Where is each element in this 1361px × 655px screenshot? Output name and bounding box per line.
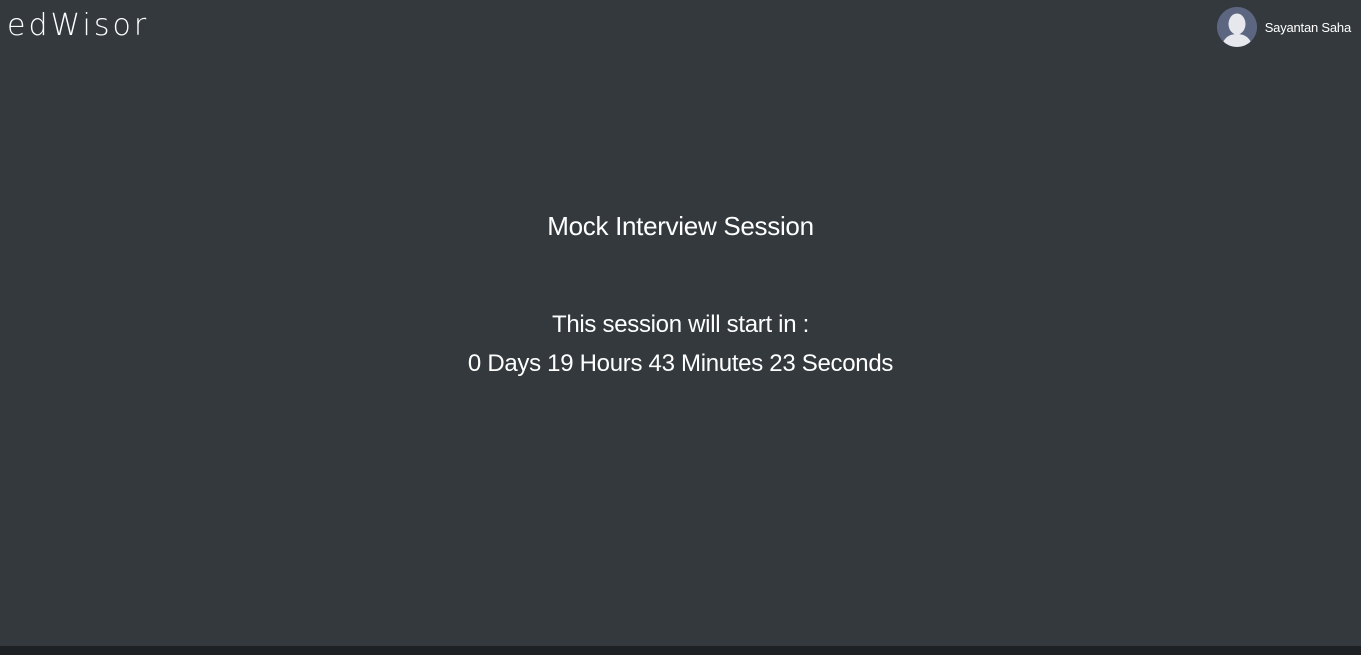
page: edWisor Sayantan Saha Mock Interview Ses… [0,0,1361,655]
user-name[interactable]: Sayantan Saha [1265,20,1352,35]
countdown-label: This session will start in : [551,311,809,338]
user-menu[interactable]: Sayantan Saha [1216,7,1352,47]
bottom-bar [0,646,1361,655]
brand-logo[interactable]: edWisor [7,8,149,44]
user-avatar-icon[interactable] [1216,7,1257,47]
session-title: Mock Interview Session [547,211,814,241]
countdown-timer: 0 Days 19 Hours 43 Minutes 23 Seconds [467,350,894,377]
